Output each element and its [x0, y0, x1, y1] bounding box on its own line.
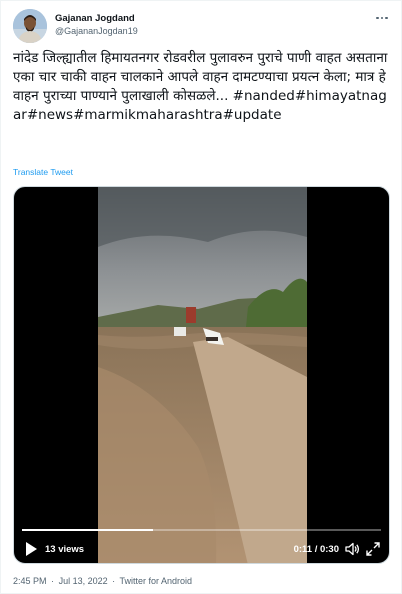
speaker-icon [345, 542, 360, 556]
play-button[interactable] [24, 541, 38, 557]
tweet-card: Gajanan Jogdand @GajananJogdan19 नांदेड … [0, 0, 402, 594]
more-dot-icon [376, 16, 379, 20]
fullscreen-icon [366, 542, 380, 556]
author-display-name[interactable]: Gajanan Jogdand [55, 13, 138, 25]
translate-tweet-link[interactable]: Translate Tweet [13, 167, 73, 178]
progress-bar[interactable] [22, 529, 381, 531]
view-count: 13 views [45, 544, 85, 555]
progress-bar-fill [22, 529, 154, 531]
volume-button[interactable] [344, 541, 360, 557]
more-dot-icon [385, 16, 388, 20]
tweet-time[interactable]: 2:45 PM [13, 576, 47, 586]
video-frame[interactable] [98, 187, 307, 563]
tweet-source[interactable]: Twitter for Android [119, 576, 192, 586]
author-names: Gajanan Jogdand @GajananJogdan19 [55, 13, 138, 37]
video-player[interactable]: 13 views 0:11 / 0:30 [13, 186, 390, 564]
meta-separator: · [112, 576, 116, 586]
tweet-text: नांदेड जिल्ह्यातील हिमायतनगर रोडवरील पुल… [13, 49, 395, 125]
video-controls: 13 views 0:11 / 0:30 [14, 517, 389, 563]
fullscreen-button[interactable] [365, 541, 381, 557]
meta-separator: · [51, 576, 55, 586]
play-icon [26, 542, 37, 556]
avatar[interactable] [13, 9, 47, 43]
author-handle[interactable]: @GajananJogdan19 [55, 25, 138, 37]
tweet-date[interactable]: Jul 13, 2022 [59, 576, 108, 586]
tweet-header: Gajanan Jogdand @GajananJogdan19 [13, 9, 391, 45]
video-timecode: 0:11 / 0:30 [293, 544, 339, 555]
more-options-button[interactable] [373, 11, 391, 25]
more-dot-icon [380, 16, 384, 20]
tweet-metadata: 2:45 PM · Jul 13, 2022 · Twitter for And… [13, 575, 194, 587]
